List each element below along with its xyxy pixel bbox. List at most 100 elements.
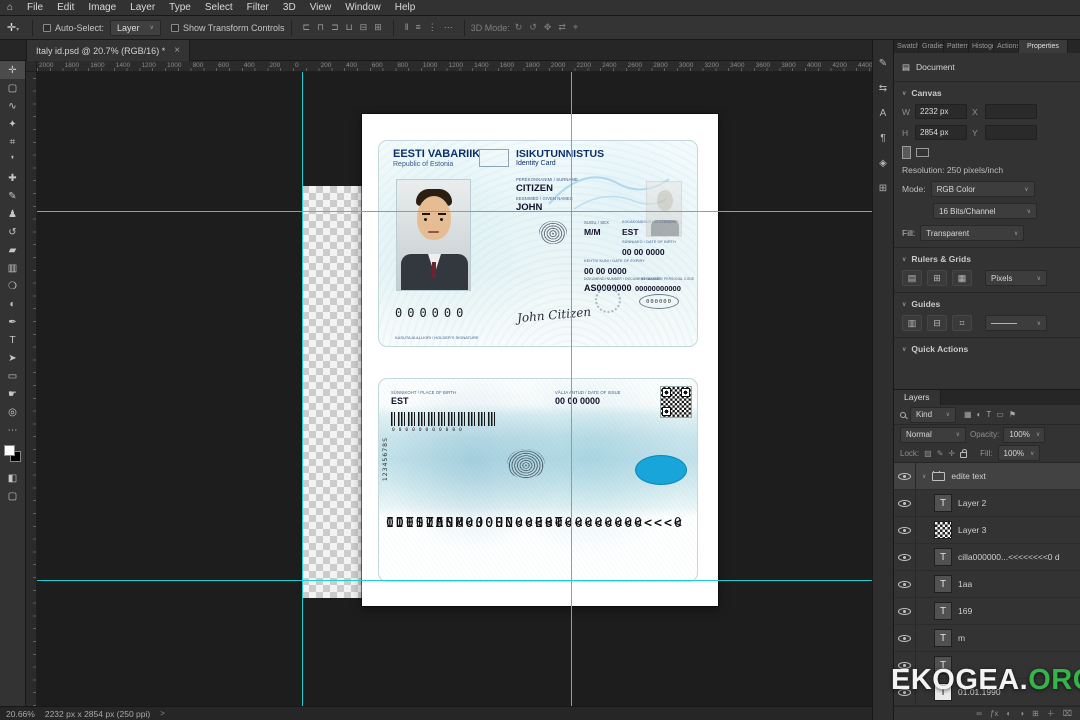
eyedropper-tool[interactable]: ❜ xyxy=(0,151,25,169)
layer-mask-icon[interactable]: ◐ xyxy=(1006,709,1011,718)
menu-item[interactable]: View xyxy=(303,0,339,16)
visibility-toggle[interactable] xyxy=(894,490,916,516)
menu-item[interactable]: Select xyxy=(198,0,240,16)
align-bottom-icon[interactable]: ⊞ xyxy=(374,22,382,33)
filter-kind-dropdown[interactable]: Kind ∨ xyxy=(910,406,956,423)
menu-item[interactable]: Edit xyxy=(50,0,81,16)
color-swatches[interactable] xyxy=(0,443,26,469)
layer-row[interactable]: Layer 3 xyxy=(894,517,1080,544)
document-tab[interactable]: Italy id.psd @ 20.7% (RGB/16) * × xyxy=(26,40,191,61)
align-top-icon[interactable]: ⊔ xyxy=(346,22,353,33)
healing-brush-tool[interactable]: ✚ xyxy=(0,169,25,187)
libraries-panel-icon[interactable]: ⊞ xyxy=(879,183,887,194)
close-tab-icon[interactable]: × xyxy=(174,45,180,56)
lock-position-icon[interactable]: ✛ xyxy=(948,449,955,458)
auto-select-target-dropdown[interactable]: Layer ∨ xyxy=(110,19,161,36)
toggle-guides-button[interactable]: ▥ xyxy=(902,315,922,331)
canvas-fill-dropdown[interactable]: Transparent ∨ xyxy=(920,225,1025,241)
glyphs-panel-icon[interactable]: ◈ xyxy=(879,158,887,169)
3d-pan-icon[interactable]: ✥ xyxy=(544,22,552,33)
canvas-height-field[interactable]: 2854 px xyxy=(915,125,967,140)
quick-mask-button[interactable]: ◧ xyxy=(0,469,25,487)
tab-actions[interactable]: Actions xyxy=(994,40,1019,53)
align-left-icon[interactable]: ⊏ xyxy=(303,22,311,33)
align-middle-icon[interactable]: ⊟ xyxy=(360,22,368,33)
brush-settings-panel-icon[interactable]: ✎ xyxy=(879,58,887,69)
layer-row[interactable]: Tcilla000000...<<<<<<<<0 d xyxy=(894,544,1080,571)
layer-row[interactable]: T 1aa xyxy=(894,571,1080,598)
vertical-guide[interactable] xyxy=(571,72,572,706)
tab-layers[interactable]: Layers xyxy=(894,390,941,405)
guides-section-header[interactable]: ∨ Guides xyxy=(902,299,1072,309)
text-layer-thumbnail[interactable]: T xyxy=(934,602,952,620)
3d-rotate-icon[interactable]: ↻ xyxy=(515,22,523,33)
tab-gradients[interactable]: Gradients xyxy=(919,40,944,53)
tab-swatches[interactable]: Swatches xyxy=(894,40,919,53)
horizontal-ruler[interactable]: 2000 1800 1600 1400 1200 1000 800 600 400 200 0 200… xyxy=(37,61,872,72)
edit-toolbar-button[interactable]: ⋯ xyxy=(0,421,25,439)
home-icon[interactable]: ⌂ xyxy=(0,2,20,13)
status-options-chevron[interactable]: > xyxy=(160,709,165,718)
document-canvas[interactable]: EESTI VABARIIK Republic of Estonia ISIKU… xyxy=(362,114,718,606)
distribute-v-icon[interactable]: ≡ xyxy=(415,22,420,33)
raster-layer-thumbnail[interactable] xyxy=(934,521,952,539)
visibility-toggle[interactable] xyxy=(894,598,916,624)
lock-guides-button[interactable]: ⊟ xyxy=(927,315,947,331)
canvas-x-field[interactable] xyxy=(985,104,1037,119)
link-layers-icon[interactable]: ∞ xyxy=(976,709,982,718)
hand-tool[interactable]: ☛ xyxy=(0,385,25,403)
align-center-h-icon[interactable]: ⊓ xyxy=(317,22,324,33)
canvas-section-header[interactable]: ∨ Canvas xyxy=(902,88,1072,98)
ruler-units-dropdown[interactable]: Pixels ∨ xyxy=(985,270,1047,286)
marquee-tool[interactable]: ▢ xyxy=(0,79,25,97)
menu-item[interactable]: Window xyxy=(338,0,388,16)
gradient-tool[interactable]: ▥ xyxy=(0,259,25,277)
3d-scale-icon[interactable]: ⌖ xyxy=(573,22,578,33)
portrait-orientation-button[interactable] xyxy=(902,146,911,159)
bit-depth-dropdown[interactable]: 16 Bits/Channel ∨ xyxy=(933,203,1037,219)
text-layer-thumbnail[interactable]: T xyxy=(934,575,952,593)
current-tool-icon[interactable]: ✛▾ xyxy=(0,21,26,34)
show-transform-checkbox[interactable] xyxy=(170,23,179,32)
new-layer-icon[interactable]: ＋ xyxy=(1047,708,1055,719)
group-expand-chevron-icon[interactable]: ∨ xyxy=(922,473,926,480)
vertical-ruler[interactable] xyxy=(26,72,37,706)
lock-pixels-icon[interactable]: ✎ xyxy=(937,449,944,458)
menu-item[interactable]: Layer xyxy=(123,0,162,16)
text-layer-thumbnail[interactable]: T xyxy=(934,494,952,512)
delete-layer-icon[interactable]: ⌧ xyxy=(1063,709,1072,718)
adjustment-layer-icon[interactable]: ◑ xyxy=(1019,709,1024,718)
filter-shape-layers-icon[interactable]: ▭ xyxy=(996,410,1004,419)
path-selection-tool[interactable]: ➤ xyxy=(0,349,25,367)
filter-smart-objects-icon[interactable]: ⚑ xyxy=(1009,410,1016,419)
auto-select-checkbox[interactable] xyxy=(43,23,51,32)
3d-roll-icon[interactable]: ↺ xyxy=(529,22,537,33)
quick-actions-section-header[interactable]: ∨ Quick Actions xyxy=(902,344,1072,354)
blend-mode-dropdown[interactable]: Normal ∨ xyxy=(900,426,966,443)
lasso-tool[interactable]: ∿ xyxy=(0,97,25,115)
horizontal-guide[interactable] xyxy=(37,211,872,212)
align-right-icon[interactable]: ⊐ xyxy=(331,22,339,33)
paragraph-panel-icon[interactable]: ¶ xyxy=(880,133,885,144)
more-options-icon[interactable]: ⋯ xyxy=(444,22,453,33)
dodge-tool[interactable]: ◐ xyxy=(0,295,25,313)
lock-all-icon[interactable] xyxy=(960,448,968,458)
landscape-orientation-button[interactable] xyxy=(916,148,929,157)
horizontal-guide[interactable] xyxy=(37,580,872,581)
opacity-field[interactable]: 100% ∨ xyxy=(1003,426,1046,443)
toggle-grid-button[interactable]: ⊞ xyxy=(927,270,947,286)
visibility-toggle[interactable] xyxy=(894,571,916,597)
canvas-width-field[interactable]: 2232 px xyxy=(915,104,967,119)
move-tool[interactable]: ✛ xyxy=(0,61,25,79)
menu-item[interactable]: Help xyxy=(388,0,423,16)
blur-tool[interactable]: ❍ xyxy=(0,277,25,295)
history-brush-tool[interactable]: ↺ xyxy=(0,223,25,241)
toggle-pixel-grid-button[interactable]: ▦ xyxy=(952,270,972,286)
crop-tool[interactable]: ⌗ xyxy=(0,133,25,151)
filter-adjustment-layers-icon[interactable]: ◐ xyxy=(977,410,982,419)
tab-patterns[interactable]: Patterns xyxy=(944,40,969,53)
layer-row[interactable]: Tm xyxy=(894,625,1080,652)
new-group-icon[interactable]: ⊞ xyxy=(1032,709,1039,718)
visibility-toggle[interactable] xyxy=(894,625,916,651)
zoom-level[interactable]: 20.66% xyxy=(6,709,35,719)
